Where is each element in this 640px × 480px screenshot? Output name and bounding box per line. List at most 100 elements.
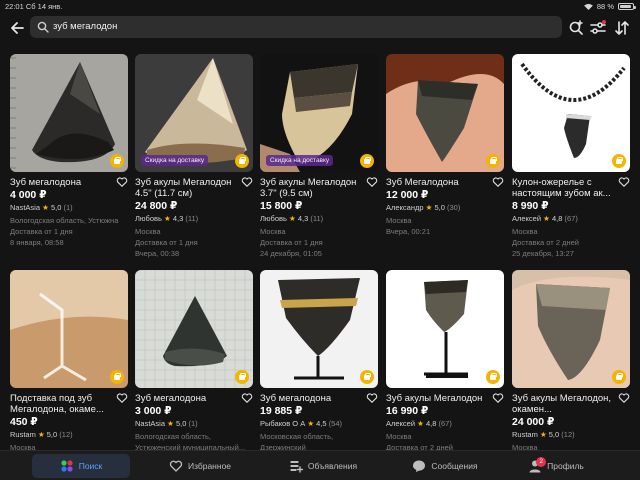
seller-rating: 5,0 — [434, 203, 445, 212]
wifi-icon — [584, 3, 593, 10]
listing-title[interactable]: Зуб акулы Мегалодон 4.5" (11.7 см) — [135, 177, 239, 199]
listing-photo[interactable]: Скидка на доставку — [260, 54, 378, 172]
favorite-heart-icon[interactable] — [618, 176, 630, 188]
seller-reviews: (12) — [561, 430, 575, 439]
seller-reviews: (54) — [328, 419, 343, 428]
listing-meta-line: Москва — [386, 216, 412, 225]
listing-photo[interactable] — [386, 270, 504, 388]
nav-search[interactable]: Поиск — [32, 454, 130, 478]
nav-messages[interactable]: Сообщения — [400, 454, 490, 478]
favorite-heart-icon[interactable] — [492, 392, 504, 404]
shopping-bag-icon — [612, 370, 626, 384]
seller-info[interactable]: NastAsia ★ 5,0 (1) — [10, 203, 73, 212]
listing-meta-line: Доставка от 1 дня — [260, 238, 323, 247]
star-icon: ★ — [425, 203, 433, 212]
bottom-navigation: Поиск Избранное Объявления Сообщения 2 П — [0, 450, 640, 480]
listing-price: 15 800 ₽ — [260, 200, 303, 212]
listing-meta-line: Москва — [512, 227, 538, 236]
sort-icon[interactable] — [612, 18, 632, 38]
seller-info[interactable]: NastAsia ★ 5,0 (1) — [135, 419, 198, 428]
listing-meta-line: 25 декабря, 13:27 — [512, 249, 574, 258]
listing-price: 450 ₽ — [10, 416, 38, 428]
star-icon: ★ — [539, 430, 547, 439]
listing-meta: Москва Доставка от 2 дней 25 декабря, 13:2… — [512, 226, 630, 259]
listing-meta: Москва — [10, 442, 128, 450]
listing-meta: Москва Вчера, 00:21 — [386, 215, 504, 237]
nav-favorites-label: Избранное — [187, 461, 232, 471]
status-time: 22:01 Сб 14 янв. — [5, 2, 63, 11]
listing-photo[interactable] — [512, 270, 630, 388]
listing-meta-line: Доставка от 2 дней — [512, 238, 579, 247]
listing-title[interactable]: Зуб Мегалодона — [386, 177, 490, 188]
listing-photo[interactable] — [10, 54, 128, 172]
nav-profile[interactable]: 2 Профиль — [522, 454, 590, 478]
filters-icon[interactable] — [588, 18, 608, 38]
seller-name: Алексей — [512, 214, 542, 223]
listing-price: 24 800 ₽ — [135, 200, 178, 212]
listing-title[interactable]: Зуб акулы Мегалодон 3.7" (9.5 см) — [260, 177, 364, 199]
favorite-heart-icon[interactable] — [116, 392, 128, 404]
seller-rating: 5,0 — [175, 419, 187, 428]
nav-ads[interactable]: Объявления — [278, 454, 368, 478]
seller-info[interactable]: Любовь ★ 4,3 (11) — [135, 214, 198, 223]
listing-meta-line: Москва — [512, 443, 538, 450]
listing-photo[interactable] — [10, 270, 128, 388]
listing-meta: Москва — [512, 442, 630, 450]
listing-title[interactable]: Подставка под зуб Мегалодона, окаме... — [10, 393, 114, 415]
seller-reviews: (12) — [59, 430, 73, 439]
search-input[interactable]: зуб мегалодон — [30, 16, 562, 38]
listing-photo[interactable]: Скидка на доставку — [135, 54, 253, 172]
listing-title[interactable]: Зуб акулы Мегалодон — [386, 393, 490, 404]
listing-photo[interactable] — [135, 270, 253, 388]
favorite-heart-icon[interactable] — [116, 176, 128, 188]
shopping-bag-icon — [486, 370, 500, 384]
listing-title[interactable]: Зуб мегалодона — [260, 393, 364, 404]
listing-title[interactable]: Зуб акулы Мегалодон, окамен... — [512, 393, 616, 415]
seller-info[interactable]: Рыбаков О А ★ 4,5 (54) — [260, 419, 342, 428]
favorite-heart-icon[interactable] — [618, 392, 630, 404]
seller-info[interactable]: Алексей ★ 4,8 (67) — [386, 419, 452, 428]
listing-meta-line: Дзержинский — [260, 443, 306, 450]
favorite-heart-icon[interactable] — [366, 392, 378, 404]
listing-price: 12 000 ₽ — [386, 189, 429, 201]
star-icon: ★ — [164, 214, 171, 223]
listing-image — [10, 270, 128, 388]
seller-info[interactable]: Любовь ★ 4,3 (11) — [260, 214, 323, 223]
listing-title[interactable]: Зуб мегалодона — [10, 177, 114, 188]
seller-info[interactable]: Rustam ★ 5,0 (12) — [512, 430, 575, 439]
battery-percent: 88 % — [596, 2, 614, 11]
seller-reviews: (67) — [438, 419, 452, 428]
favorite-heart-icon[interactable] — [241, 392, 253, 404]
favorite-heart-icon[interactable] — [366, 176, 378, 188]
listing-title[interactable]: Кулон-ожерелье с настоящим зубом ак... — [512, 177, 616, 199]
listing-meta-line: Доставка от 2 дней — [386, 443, 453, 450]
favorite-heart-icon[interactable] — [492, 176, 504, 188]
listing-meta: Московская область, Дзержинский — [260, 431, 378, 450]
star-icon: ★ — [42, 203, 49, 212]
listing-image — [512, 54, 630, 172]
listing-title[interactable]: Зуб мегалодона — [135, 393, 239, 404]
listing-photo[interactable] — [260, 270, 378, 388]
listing-meta-line: Устюженский муниципальный... — [135, 443, 246, 450]
nav-favorites[interactable]: Избранное — [160, 454, 240, 478]
listing-image — [386, 270, 504, 388]
listing-meta: Вологодская область, Устюженский муниципа… — [135, 431, 253, 450]
seller-rating: 5,0 — [50, 203, 62, 212]
seller-info[interactable]: Алексей ★ 4,8 (67) — [512, 214, 578, 223]
favorite-heart-icon[interactable] — [241, 176, 253, 188]
seller-name: Rustam — [10, 430, 36, 439]
listing-price: 16 990 ₽ — [386, 405, 429, 417]
listing-meta: Москва Доставка от 2 дней — [386, 431, 504, 450]
seller-info[interactable]: Rustam ★ 5,0 (12) — [10, 430, 73, 439]
heart-icon — [169, 460, 183, 472]
listing-meta-line: 8 января, 08:58 — [10, 238, 64, 247]
shopping-bag-icon — [360, 154, 374, 168]
saved-search-icon[interactable] — [566, 18, 586, 38]
shopping-bag-icon — [110, 154, 124, 168]
listing-photo[interactable] — [386, 54, 504, 172]
listing-meta: Москва Доставка от 1 дня Вчера, 00:38 — [135, 226, 253, 259]
listing-photo[interactable] — [512, 54, 630, 172]
seller-info[interactable]: Александр ★ 5,0 (30) — [386, 203, 460, 212]
seller-rating: 4,3 — [172, 214, 184, 223]
back-arrow-icon[interactable] — [8, 18, 28, 38]
